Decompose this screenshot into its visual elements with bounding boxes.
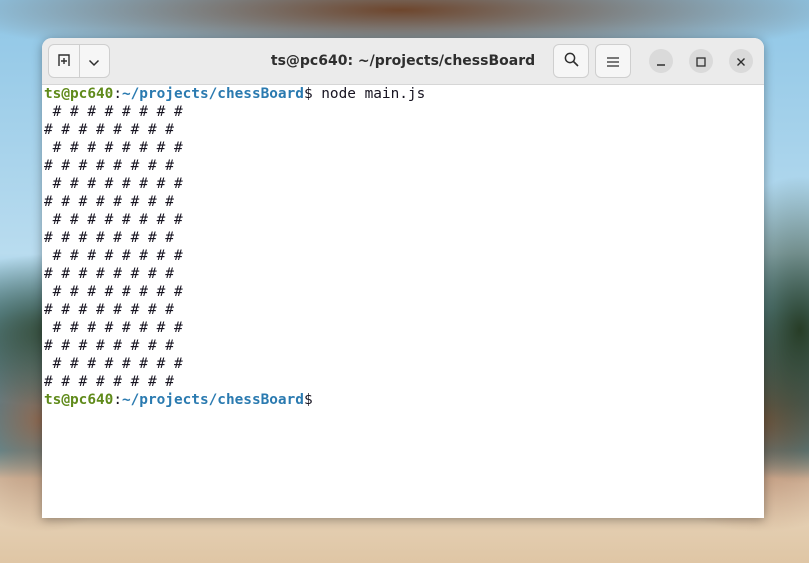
title-bar[interactable]: ts@pc640: ~/projects/chessBoard — [42, 38, 764, 85]
output-line: # # # # # # # # — [44, 320, 183, 336]
prompt-line: ts@pc640:~/projects/chessBoard$ — [44, 391, 762, 409]
maximize-icon — [696, 52, 706, 71]
minimize-icon — [656, 52, 666, 71]
prompt-path: ~/projects/chessBoard — [121, 86, 304, 102]
main-menu-button[interactable] — [595, 44, 631, 78]
command-line: ts@pc640:~/projects/chessBoard$ node mai… — [44, 85, 762, 103]
output-line: # # # # # # # # — [44, 338, 174, 354]
output-line: # # # # # # # # — [44, 212, 183, 228]
output-line: # # # # # # # # — [44, 266, 174, 282]
prompt-colon: : — [113, 392, 122, 408]
prompt-user: ts@pc640 — [44, 86, 114, 102]
command-text: node main.js — [312, 86, 426, 102]
output-line: # # # # # # # # — [44, 194, 174, 210]
output-line: # # # # # # # # — [44, 158, 174, 174]
prompt-path: ~/projects/chessBoard — [121, 392, 304, 408]
output-line: # # # # # # # # — [44, 248, 183, 264]
new-tab-split-button — [48, 44, 110, 78]
prompt-dollar: $ — [303, 392, 313, 408]
prompt-colon: : — [113, 86, 122, 102]
search-icon — [564, 52, 579, 71]
new-tab-icon — [57, 52, 71, 71]
terminal-output-area[interactable]: ts@pc640:~/projects/chessBoard$ node mai… — [42, 85, 764, 518]
output-line: # # # # # # # # — [44, 104, 183, 120]
output-line: # # # # # # # # — [44, 176, 183, 192]
minimize-button[interactable] — [649, 49, 673, 73]
new-tab-button[interactable] — [49, 45, 79, 77]
prompt-user: ts@pc640 — [44, 392, 114, 408]
output-line: # # # # # # # # — [44, 230, 174, 246]
output-line: # # # # # # # # — [44, 356, 183, 372]
prompt-dollar: $ — [303, 86, 313, 102]
tab-menu-dropdown-button[interactable] — [78, 45, 110, 77]
output-line: # # # # # # # # — [44, 122, 174, 138]
maximize-button[interactable] — [689, 49, 713, 73]
output-line: # # # # # # # # — [44, 302, 174, 318]
output-line: # # # # # # # # — [44, 284, 183, 300]
terminal-window: ts@pc640: ~/projects/chessBoard ts@pc640… — [42, 38, 764, 518]
search-button[interactable] — [553, 44, 589, 78]
window-title: ts@pc640: ~/projects/chessBoard — [270, 53, 536, 69]
hamburger-menu-icon — [607, 52, 619, 71]
output-line: # # # # # # # # — [44, 374, 174, 390]
chevron-down-icon — [88, 52, 100, 71]
close-icon — [736, 52, 746, 71]
output-line: # # # # # # # # — [44, 140, 183, 156]
close-button[interactable] — [729, 49, 753, 73]
